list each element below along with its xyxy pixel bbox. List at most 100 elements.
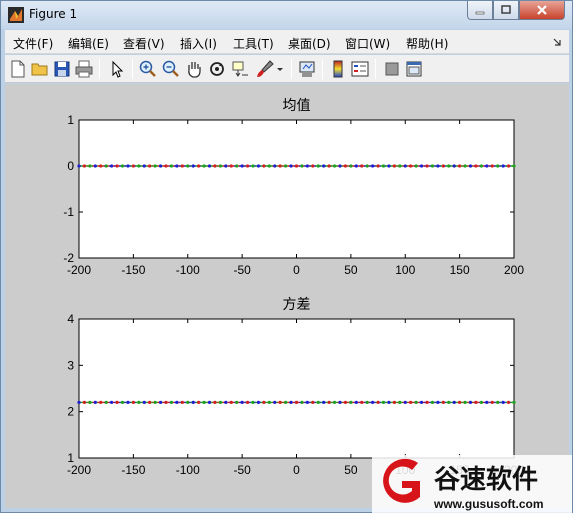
data-point — [425, 400, 429, 404]
brush-icon[interactable] — [255, 59, 275, 79]
data-point — [278, 400, 282, 404]
data-point — [305, 400, 309, 404]
data-point — [77, 164, 81, 168]
data-point — [322, 164, 326, 168]
data-point — [387, 164, 391, 168]
data-point — [240, 164, 244, 168]
hide-plot-tools-icon[interactable] — [382, 59, 402, 79]
data-point — [158, 164, 163, 168]
y-tick-label: 4 — [67, 312, 74, 326]
open-folder-icon[interactable] — [30, 59, 50, 79]
menu-insert[interactable]: 插入(I) — [180, 35, 217, 52]
x-tick-label: 50 — [344, 463, 358, 477]
data-point — [485, 164, 489, 168]
data-point — [392, 164, 396, 168]
data-point — [316, 400, 320, 404]
data-point — [110, 400, 114, 404]
data-point — [82, 164, 87, 168]
data-point — [474, 400, 478, 404]
close-button[interactable] — [519, 1, 565, 20]
show-plot-tools-icon[interactable] — [404, 59, 424, 79]
data-point — [115, 400, 119, 404]
data-point — [425, 164, 429, 168]
menu-bar: 文件(F) 编辑(E) 查看(V) 插入(I) 工具(T) 桌面(D) 窗口(W… — [5, 30, 569, 54]
data-point — [180, 400, 184, 404]
data-point — [126, 400, 130, 404]
menu-help[interactable]: 帮助(H) — [406, 35, 448, 52]
close-icon — [537, 5, 547, 15]
data-point — [88, 400, 92, 404]
data-point — [218, 400, 222, 404]
data-point — [88, 164, 92, 168]
x-tick-label: 100 — [395, 263, 415, 277]
data-point — [191, 164, 195, 168]
data-point — [381, 400, 386, 404]
data-point — [213, 400, 217, 404]
menu-file[interactable]: 文件(F) — [13, 35, 53, 52]
x-tick-label: -50 — [233, 263, 251, 277]
data-point — [224, 164, 228, 168]
print-icon[interactable] — [74, 59, 94, 79]
data-point — [131, 400, 135, 404]
data-point — [137, 400, 141, 404]
data-point — [294, 400, 299, 404]
menu-desktop[interactable]: 桌面(D) — [288, 35, 331, 52]
data-point — [398, 164, 402, 168]
menu-view[interactable]: 查看(V) — [123, 35, 165, 52]
data-point — [180, 164, 184, 168]
data-point — [245, 164, 250, 168]
data-point — [251, 400, 255, 404]
data-point — [115, 164, 119, 168]
data-point — [349, 164, 353, 168]
zoom-in-icon[interactable] — [138, 59, 158, 79]
data-point — [485, 400, 489, 404]
pointer-icon[interactable] — [107, 59, 127, 79]
data-point — [256, 400, 261, 404]
data-point — [452, 164, 456, 168]
data-point — [468, 400, 473, 404]
data-point — [256, 164, 261, 168]
x-tick-label: -100 — [176, 263, 200, 277]
data-point — [213, 164, 217, 168]
data-point — [262, 164, 266, 168]
figure-window: Figure 1 文件(F) 编辑(E) 查看(V) 插入(I) 工具(T) 桌… — [0, 0, 573, 513]
brush-dropdown-icon[interactable] — [275, 59, 285, 79]
toolbar — [5, 55, 569, 83]
colorbar-icon[interactable] — [328, 59, 348, 79]
maximize-icon — [501, 5, 511, 14]
menu-tools[interactable]: 工具(T) — [233, 35, 274, 52]
toolbar-separator — [322, 59, 323, 79]
data-point — [338, 164, 342, 168]
data-point — [343, 164, 348, 168]
data-point — [251, 164, 255, 168]
minimize-button[interactable] — [467, 1, 493, 20]
legend-icon[interactable] — [350, 59, 370, 79]
rotate-3d-icon[interactable] — [207, 59, 227, 79]
data-cursor-icon[interactable] — [230, 59, 250, 79]
menu-edit[interactable]: 编辑(E) — [68, 35, 109, 52]
dock-arrow-icon[interactable] — [553, 38, 561, 46]
maximize-button[interactable] — [493, 1, 519, 20]
data-point — [197, 164, 201, 168]
data-point — [267, 164, 271, 168]
new-file-icon[interactable] — [8, 59, 28, 79]
data-point — [278, 164, 282, 168]
data-point — [229, 400, 233, 404]
link-plot-icon[interactable] — [297, 59, 317, 79]
save-icon[interactable] — [52, 59, 72, 79]
title-bar[interactable]: Figure 1 — [1, 1, 572, 29]
data-point — [153, 164, 157, 168]
zoom-out-icon[interactable] — [161, 59, 181, 79]
data-point — [300, 400, 304, 404]
data-point — [164, 164, 168, 168]
y-tick-label: 1 — [67, 451, 74, 465]
data-point — [289, 400, 293, 404]
data-point — [501, 164, 505, 168]
menu-window[interactable]: 窗口(W) — [345, 35, 390, 52]
data-point — [354, 400, 358, 404]
data-point — [77, 400, 81, 404]
data-point — [273, 400, 277, 404]
data-point — [142, 400, 146, 404]
pan-hand-icon[interactable] — [184, 59, 204, 79]
data-point — [153, 400, 157, 404]
